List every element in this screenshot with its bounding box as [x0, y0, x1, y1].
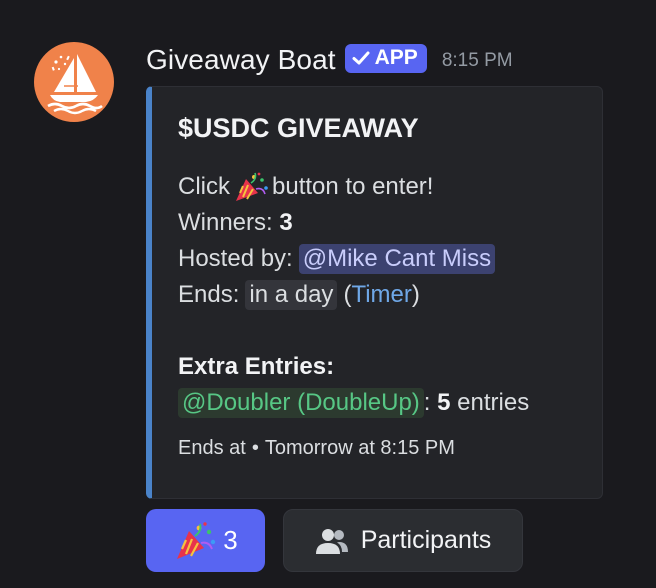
click-suffix: button to enter!	[272, 173, 434, 200]
ends-label: Ends:	[178, 281, 240, 308]
extra-entries-title-line: Extra Entries:	[178, 349, 334, 385]
paren-close: )	[411, 281, 420, 308]
winners-value: 3	[279, 209, 293, 236]
giveaway-embed: $USDC GIVEAWAY Click button to enter! Wi…	[146, 86, 603, 499]
extra-entries-line: @Doubler (DoubleUp): 5 entries	[178, 385, 529, 421]
participants-label: Participants	[360, 526, 492, 554]
footer-dot: •	[251, 437, 259, 459]
hosted-label: Hosted by:	[178, 245, 293, 272]
enter-instruction: Click button to enter!	[178, 169, 433, 205]
embed-title: $USDC GIVEAWAY	[178, 113, 419, 143]
footer-prefix: Ends at	[178, 437, 246, 459]
ends-relative-time[interactable]: in a day	[245, 280, 338, 310]
host-mention[interactable]: @Mike Cant Miss	[298, 244, 496, 274]
click-prefix: Click	[178, 173, 230, 200]
winners-line: Winners: 3	[178, 205, 293, 241]
extra-suffix: entries	[457, 389, 530, 416]
extra-count: 5	[437, 389, 451, 416]
message-header: Giveaway Boat APP 8:15 PM	[146, 40, 513, 80]
extra-entries-title: Extra Entries:	[178, 353, 335, 380]
hosted-line: Hosted by: @Mike Cant Miss	[178, 241, 496, 277]
timer-link[interactable]: Timer	[351, 281, 411, 309]
party-popper-icon	[177, 521, 216, 559]
username[interactable]: Giveaway Boat	[146, 44, 336, 76]
extra-colon: :	[423, 389, 431, 416]
entry-count: 3	[223, 525, 238, 555]
footer-time: Tomorrow at 8:15 PM	[264, 437, 455, 459]
bot-avatar[interactable]	[34, 42, 114, 122]
message-timestamp[interactable]: 8:15 PM	[442, 50, 513, 72]
chat-message: Giveaway Boat APP 8:15 PM $USDC GIVEAWAY…	[0, 0, 656, 588]
people-icon	[315, 528, 348, 554]
party-popper-icon	[236, 172, 268, 201]
app-badge-label: APP	[374, 46, 418, 69]
role-mention[interactable]: @Doubler (DoubleUp)	[178, 388, 424, 418]
paren-open: (	[343, 281, 352, 308]
participants-button[interactable]: Participants	[283, 509, 523, 572]
ends-line: Ends: in a day (Timer)	[178, 277, 420, 313]
enter-giveaway-button[interactable]: 3	[146, 509, 265, 572]
embed-footer: Ends at • Tomorrow at 8:15 PM	[178, 437, 455, 460]
app-badge: APP	[344, 43, 427, 73]
winners-label: Winners:	[178, 209, 273, 236]
checkmark-icon	[352, 51, 370, 65]
sailboat-icon	[47, 54, 103, 115]
